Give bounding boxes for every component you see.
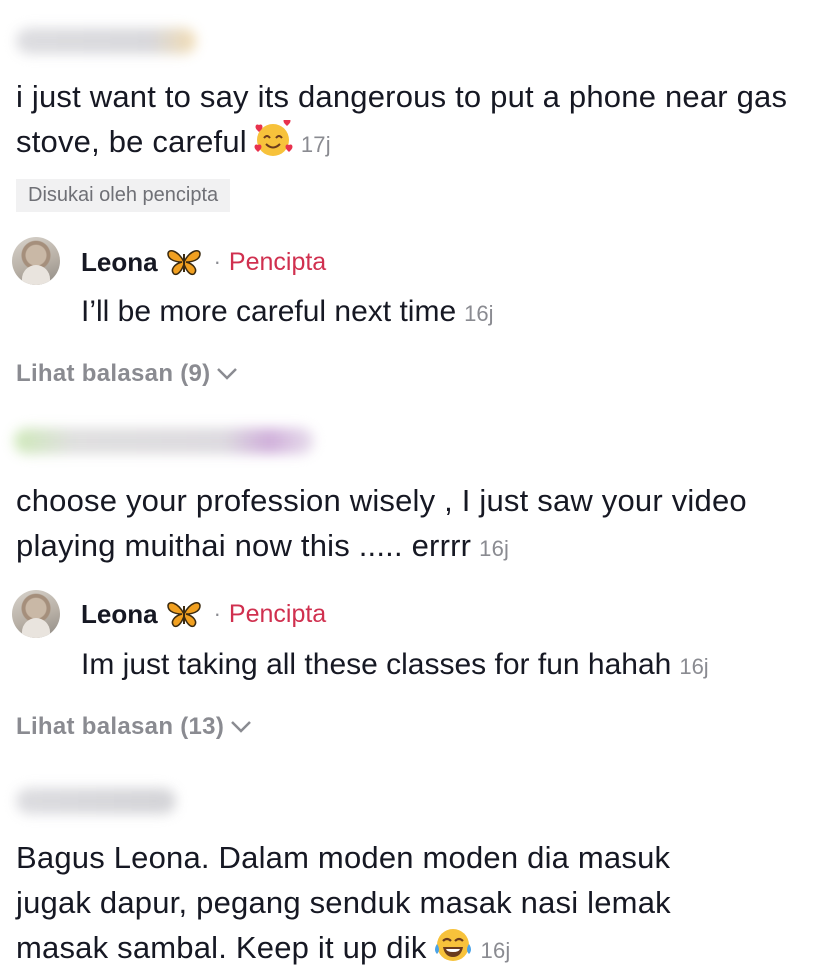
reply-time: 16j <box>679 654 709 679</box>
reply-author-name[interactable]: Leona <box>81 599 158 630</box>
reply-time: 16j <box>464 301 494 326</box>
blurred-username <box>14 428 314 454</box>
comment-line: masak sambal. Keep it up dik <box>16 930 427 965</box>
comment-text: i just want to say its dangerous to put … <box>16 74 826 167</box>
reply-header: Leona · Pencipta <box>81 597 326 631</box>
comment-text: Bagus Leona. Dalam moden moden dia masuk… <box>16 835 826 973</box>
reply-body: I’ll be more careful next time <box>81 295 457 328</box>
view-replies-button[interactable]: Lihat balasan (13) <box>16 713 252 741</box>
separator-dot: · <box>213 249 221 274</box>
reply-header: Leona · Pencipta <box>81 245 326 279</box>
comment-body: choose your profession wisely , I just s… <box>16 483 747 563</box>
chevron-down-icon <box>217 368 238 380</box>
reply-body: Im just taking all these classes for fun… <box>81 648 672 681</box>
separator-dot: · <box>213 601 221 626</box>
creator-label: Pencipta <box>228 599 327 628</box>
smiling-face-with-hearts-icon <box>253 118 293 158</box>
creator-label: Pencipta <box>228 247 327 276</box>
comment-time: 16j <box>479 536 510 561</box>
comment-line-last: masak sambal. Keep it up dik 16j <box>16 925 826 973</box>
view-replies-label: Lihat balasan (9) <box>16 360 211 387</box>
blurred-username <box>16 28 196 54</box>
view-replies-label: Lihat balasan (13) <box>16 713 225 740</box>
butterfly-icon <box>166 248 202 276</box>
reply-text: I’ll be more careful next time 16j <box>81 292 494 334</box>
comment-time: 17j <box>300 132 331 157</box>
avatar[interactable] <box>12 590 60 638</box>
comment-line: jugak dapur, pegang senduk masak nasi le… <box>16 885 671 920</box>
comment-body: i just want to say its dangerous to put … <box>16 79 788 159</box>
comment-time: 16j <box>480 938 511 963</box>
blurred-username <box>16 788 176 814</box>
view-replies-button[interactable]: Lihat balasan (9) <box>16 360 238 388</box>
chevron-down-icon <box>231 721 252 733</box>
reply-text: Im just taking all these classes for fun… <box>81 645 709 687</box>
comment-line: Bagus Leona. Dalam moden moden dia masuk <box>16 840 671 875</box>
liked-by-creator-badge: Disukai oleh pencipta <box>16 179 231 212</box>
avatar[interactable] <box>12 237 60 285</box>
comment-text: choose your profession wisely , I just s… <box>16 478 776 571</box>
tears-of-joy-icon <box>433 926 473 964</box>
reply-author-name[interactable]: Leona <box>81 247 158 278</box>
butterfly-icon <box>166 600 202 628</box>
